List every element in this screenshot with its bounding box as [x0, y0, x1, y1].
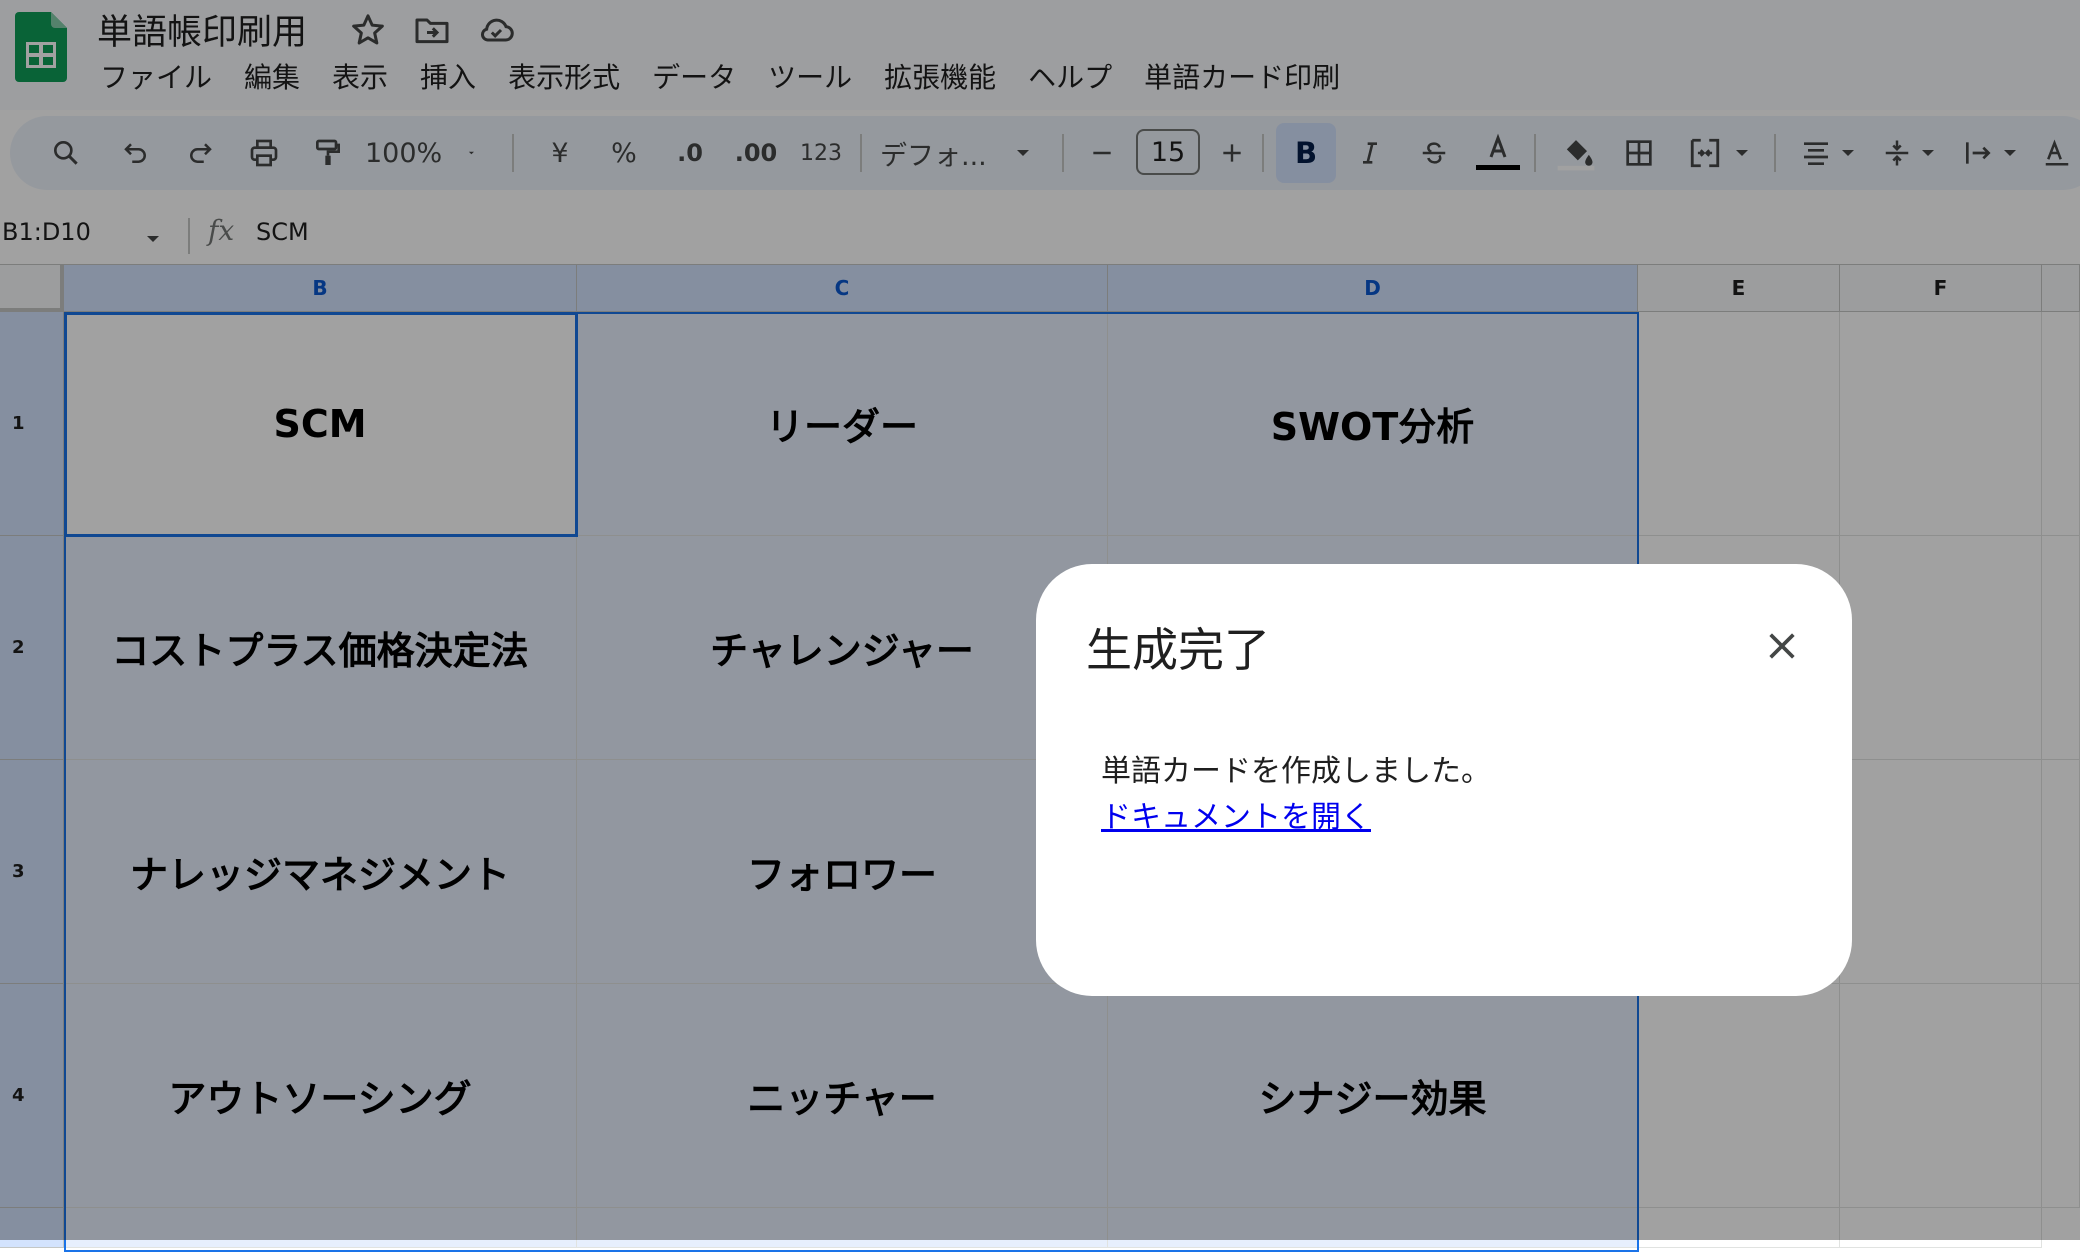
generation-complete-dialog: 生成完了 単語カードを作成しました。 ドキュメントを開く: [1036, 564, 1852, 996]
dialog-message: 単語カードを作成しました。: [1101, 754, 1491, 789]
open-document-link[interactable]: ドキュメントを開く: [1101, 792, 1371, 836]
sheets-app: 単語帳印刷用 ファイル 編集 表示 挿入 表示形式 データ ツール 拡張機能 ヘ…: [0, 0, 2080, 1252]
dialog-title: 生成完了: [1086, 623, 1270, 677]
close-icon[interactable]: [1760, 624, 1804, 668]
